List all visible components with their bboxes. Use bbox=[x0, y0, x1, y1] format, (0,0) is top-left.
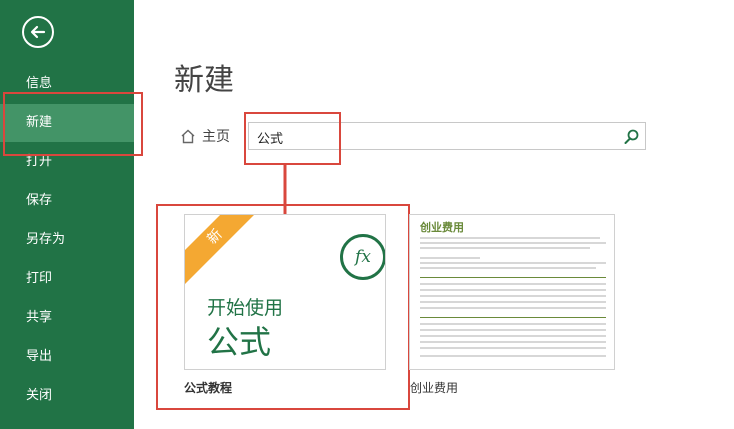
preview-row bbox=[420, 283, 606, 285]
sidebar-item-save-as[interactable]: 另存为 bbox=[0, 221, 134, 259]
preview-text-line bbox=[420, 262, 606, 264]
back-button[interactable] bbox=[22, 16, 54, 48]
template-caption-startup-expenses[interactable]: 创业费用 bbox=[410, 379, 458, 396]
back-arrow-icon bbox=[30, 25, 46, 39]
sidebar-item-save[interactable]: 保存 bbox=[0, 182, 134, 220]
preview-row bbox=[420, 341, 606, 343]
annotation-highlight-template bbox=[156, 204, 410, 410]
preview-text-line bbox=[420, 242, 606, 244]
sidebar-item-share[interactable]: 共享 bbox=[0, 299, 134, 337]
preview-rule bbox=[420, 277, 606, 278]
preview-row bbox=[420, 347, 606, 349]
page-title: 新建 bbox=[174, 63, 234, 98]
backstage-sidebar: 信息 新建 打开 保存 另存为 打印 共享 导出 关闭 bbox=[0, 0, 134, 429]
preview-text-line bbox=[420, 267, 596, 269]
preview-rule bbox=[420, 317, 606, 318]
preview-text-line bbox=[420, 257, 480, 259]
preview-row bbox=[420, 301, 606, 303]
template-preview-title: 创业费用 bbox=[420, 221, 464, 234]
search-icon[interactable] bbox=[624, 129, 639, 144]
preview-row bbox=[420, 335, 606, 337]
preview-row bbox=[420, 355, 606, 357]
annotation-highlight-new bbox=[3, 92, 143, 156]
sidebar-item-print[interactable]: 打印 bbox=[0, 260, 134, 298]
preview-text-line bbox=[420, 237, 600, 239]
main-pane: 新建 主页 公式 新 fx 开始使用 公式 公式教程 创业费用 创业费用 bbox=[134, 0, 734, 429]
template-card-startup-expenses[interactable]: 创业费用 bbox=[409, 214, 615, 370]
preview-row bbox=[420, 329, 606, 331]
breadcrumb-home[interactable]: 主页 bbox=[202, 126, 230, 146]
sidebar-item-export[interactable]: 导出 bbox=[0, 338, 134, 376]
preview-row bbox=[420, 323, 606, 325]
home-icon[interactable] bbox=[180, 129, 196, 144]
preview-text-line bbox=[420, 247, 590, 249]
preview-row bbox=[420, 289, 606, 291]
annotation-highlight-search bbox=[244, 112, 341, 165]
preview-row bbox=[420, 295, 606, 297]
sidebar-item-close[interactable]: 关闭 bbox=[0, 377, 134, 415]
preview-row bbox=[420, 307, 606, 309]
